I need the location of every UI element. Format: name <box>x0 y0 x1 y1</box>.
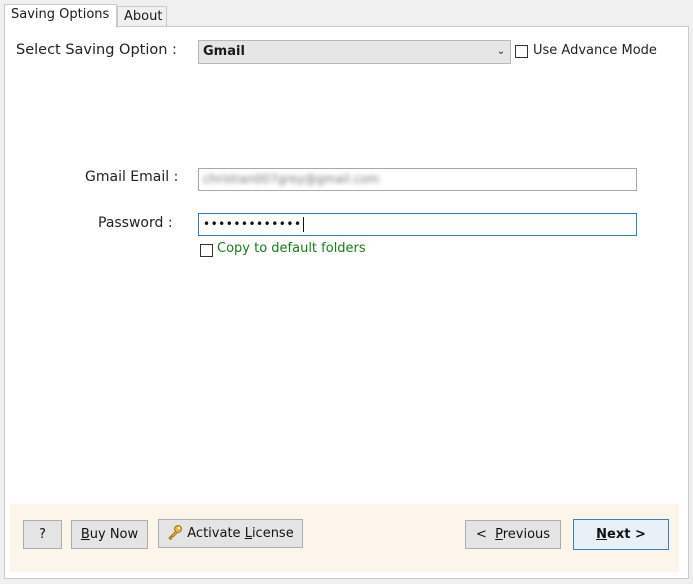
saving-options-panel: Select Saving Option : Gmail ⌄ Use Advan… <box>4 26 689 579</box>
text-caret <box>302 217 304 232</box>
next-label: ext > <box>607 527 646 542</box>
next-button[interactable]: Next > <box>573 519 669 550</box>
previous-mnemonic: P <box>495 527 503 542</box>
previous-arrow: < <box>475 527 496 542</box>
activate-mnemonic: L <box>244 526 252 541</box>
help-button[interactable]: ? <box>23 520 62 549</box>
advance-mode-checkbox[interactable] <box>515 45 528 58</box>
email-field[interactable]: christian007grey@gmail.com <box>198 168 637 191</box>
advance-mode-label[interactable]: Use Advance Mode <box>533 43 657 58</box>
activate-license-button[interactable]: Activate License <box>158 519 303 548</box>
activate-label-start: Activate <box>187 526 245 541</box>
copy-default-checkbox[interactable] <box>200 244 213 257</box>
saving-option-value: Gmail <box>203 44 245 59</box>
buy-now-label: uy Now <box>89 527 139 542</box>
chevron-down-icon[interactable]: ⌄ <box>494 41 508 63</box>
buy-now-button[interactable]: Buy Now <box>71 520 148 549</box>
previous-button[interactable]: < Previous <box>465 520 561 549</box>
tab-about[interactable]: About <box>117 6 167 26</box>
tab-saving-options[interactable]: Saving Options <box>4 4 117 28</box>
password-field[interactable]: ••••••••••••• <box>198 213 637 236</box>
password-label: Password : <box>98 215 173 231</box>
buy-now-mnemonic: B <box>80 527 90 542</box>
footer-bar: ? Buy Now Activate License < Previous Ne… <box>10 504 679 572</box>
password-value: ••••••••••••• <box>203 217 302 231</box>
email-value: christian007grey@gmail.com <box>203 172 380 186</box>
activate-label-end: icense <box>251 526 294 541</box>
saving-option-label: Select Saving Option : <box>16 42 177 58</box>
key-icon <box>168 525 183 540</box>
email-label: Gmail Email : <box>85 169 179 185</box>
copy-default-label[interactable]: Copy to default folders <box>217 241 366 256</box>
previous-label: revious <box>502 527 551 542</box>
next-mnemonic: N <box>596 527 608 542</box>
saving-option-select[interactable]: Gmail ⌄ <box>198 40 511 64</box>
